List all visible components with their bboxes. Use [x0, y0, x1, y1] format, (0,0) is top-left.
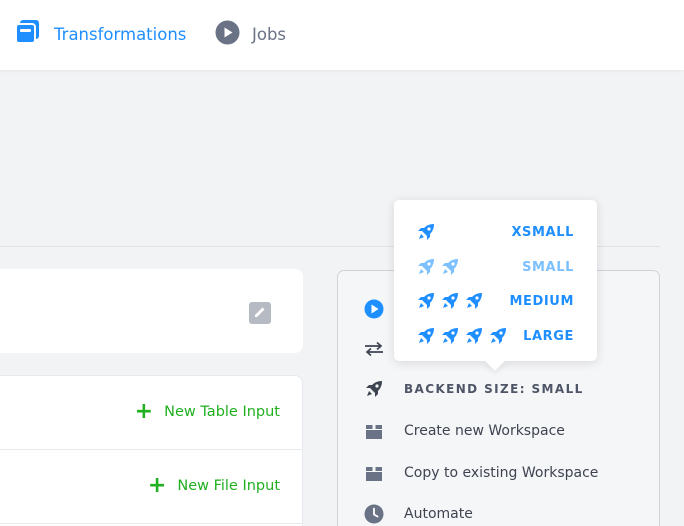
backend-size-option-label: XSMALL — [511, 225, 574, 240]
new-table-input-button[interactable]: + New Table Input — [134, 399, 280, 424]
nav-tab-label: Jobs — [252, 24, 287, 44]
backend-size-option-medium[interactable]: MEDIUM — [394, 287, 597, 315]
rocket-icon — [363, 378, 385, 400]
automate-label: Automate — [404, 506, 473, 522]
plus-icon: + — [147, 473, 167, 498]
file-input-row: + New File Input — [0, 450, 302, 524]
box-icon — [363, 462, 385, 484]
backend-size-option-label: MEDIUM — [509, 294, 574, 309]
rocket-icon-group — [416, 326, 512, 350]
rocket-icon — [416, 291, 440, 315]
backend-size-dropdown: XSMALL SMALL MEDIUM LARGE — [394, 200, 597, 361]
nav-tab-transformations[interactable]: Transformations — [15, 20, 186, 48]
rocket-icon — [440, 291, 464, 315]
top-nav: Transformations Jobs — [0, 0, 684, 70]
rocket-icon — [416, 326, 440, 350]
rocket-icon — [440, 257, 464, 281]
rocket-icon — [464, 291, 488, 315]
rocket-icon-group — [416, 291, 488, 315]
rocket-icon — [416, 222, 440, 246]
clock-icon — [363, 503, 385, 525]
new-file-input-label: New File Input — [177, 478, 280, 494]
backend-size-option-large[interactable]: LARGE — [394, 322, 597, 350]
rocket-icon — [416, 257, 440, 281]
nav-tab-label: Transformations — [54, 24, 187, 44]
nav-tab-jobs[interactable]: Jobs — [215, 20, 286, 48]
backend-size-option-small[interactable]: SMALL — [394, 253, 597, 281]
rocket-icon — [464, 326, 488, 350]
new-table-input-label: New Table Input — [164, 404, 280, 420]
backend-size-action[interactable]: BACKEND SIZE: SMALL — [363, 378, 584, 400]
backend-size-label: BACKEND SIZE: SMALL — [404, 382, 584, 396]
play-circle-icon — [363, 298, 385, 320]
backend-size-option-label: LARGE — [523, 329, 574, 344]
rocket-icon-group — [416, 222, 440, 246]
create-workspace-action[interactable]: Create new Workspace — [363, 420, 565, 442]
pencil-icon — [253, 304, 267, 323]
transformations-icon — [15, 19, 41, 49]
create-workspace-label: Create new Workspace — [404, 423, 565, 439]
backend-size-option-xsmall[interactable]: XSMALL — [394, 218, 597, 246]
table-input-row: + New Table Input — [0, 376, 302, 450]
run-transformation-action[interactable] — [363, 298, 385, 320]
rocket-icon-group — [416, 257, 464, 281]
inputs-card: + New Table Input + New File Input — [0, 375, 303, 526]
copy-workspace-label: Copy to existing Workspace — [404, 465, 599, 481]
automate-action[interactable]: Automate — [363, 503, 473, 525]
backend-size-option-label: SMALL — [522, 260, 574, 275]
rocket-icon — [488, 326, 512, 350]
new-file-input-button[interactable]: + New File Input — [147, 473, 280, 498]
plus-icon: + — [134, 399, 154, 424]
edit-button[interactable] — [249, 302, 271, 324]
swap-arrows-icon — [363, 338, 385, 360]
play-circle-icon — [215, 20, 240, 49]
swap-action[interactable] — [363, 338, 385, 360]
copy-workspace-action[interactable]: Copy to existing Workspace — [363, 462, 598, 484]
rocket-icon — [440, 326, 464, 350]
box-icon — [363, 420, 385, 442]
